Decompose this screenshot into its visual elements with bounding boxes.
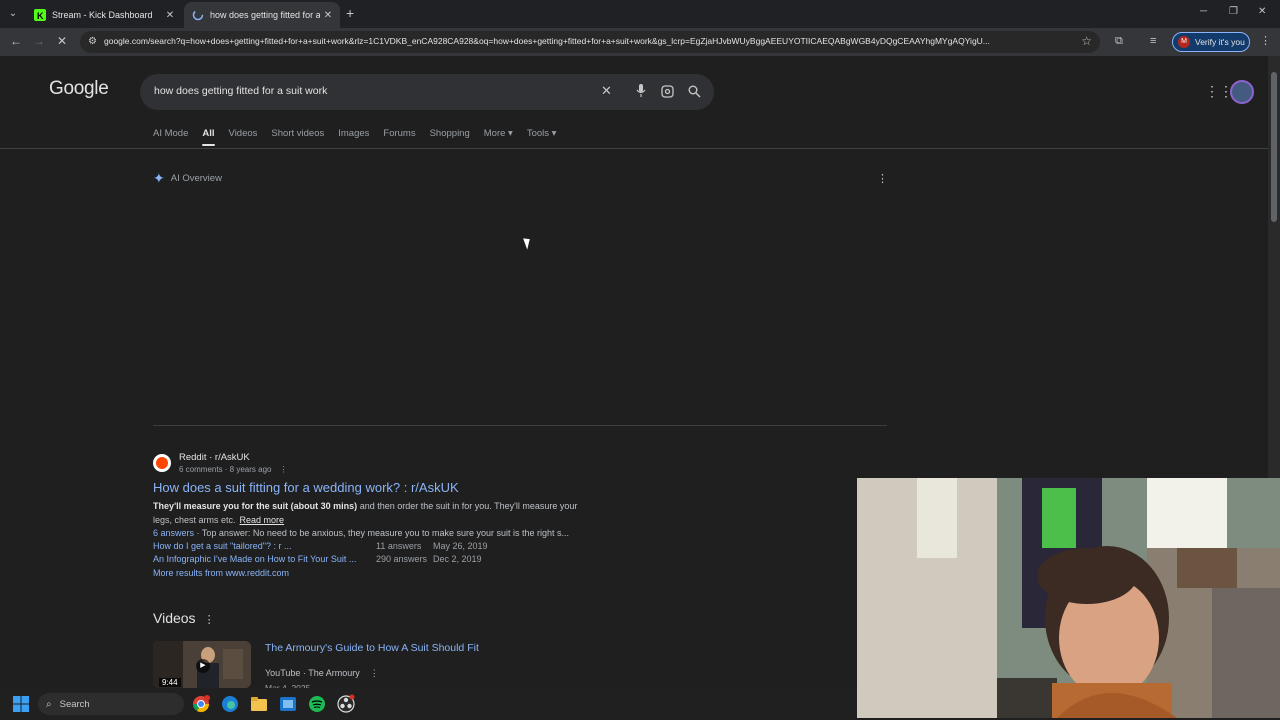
svg-text:K: K [37,11,44,21]
video-title-link[interactable]: The Armoury's Guide to How A Suit Should… [265,642,479,654]
close-tab-icon[interactable]: ✕ [162,10,178,21]
answers-line: 6 answers · Top answer: No need to be an… [153,528,585,538]
verify-profile-button[interactable]: M Verify it's you [1172,32,1250,52]
outlook-app-icon[interactable] [278,694,298,714]
taskbar-search[interactable]: ⌕ Search [38,693,184,715]
google-logo[interactable]: Google [49,78,109,100]
tab-kick-dashboard[interactable]: K Stream - Kick Dashboard ✕ [26,2,182,28]
tab-title: how does getting fitted for a suit work … [210,10,320,20]
windows-start-icon[interactable] [13,696,29,712]
reddit-logo-icon [153,454,171,472]
ai-overview-label: AI Overview [170,173,222,184]
related-thread-link[interactable]: How do I get a suit "tailored"? : r ... [153,541,376,551]
loading-spinner-icon [192,9,204,21]
result-menu-icon[interactable]: ⋮ [279,465,287,474]
search-input[interactable]: how does getting fitted for a suit work [154,85,327,97]
ai-overview-divider [153,425,887,426]
tab-google-search[interactable]: how does getting fitted for a suit work … [184,2,340,28]
media-controls-icon[interactable]: ≡ [1150,35,1156,47]
ai-sparkle-icon: ✦ [153,170,165,186]
ai-overview-header: ✦ AI Overview [153,170,222,187]
stop-loading-icon[interactable]: ✕ [57,34,67,48]
minimize-icon[interactable]: ─ [1200,6,1207,17]
videos-menu-icon[interactable]: ⋮ [204,614,215,626]
microphone-icon[interactable] [636,84,646,98]
related-thread: An Infographic I've Made on How to Fit Y… [153,554,873,564]
snippet-bold: They'll measure you for the suit (about … [153,501,358,511]
obs-app-icon[interactable] [336,694,356,714]
read-more-link[interactable]: Read more [240,515,285,525]
webcam-overlay [857,478,1280,718]
taskbar-search-placeholder: Search [59,698,90,710]
windows-taskbar: ⌕ Search [0,688,857,720]
result-title-link[interactable]: How does a suit fitting for a wedding wo… [153,480,873,495]
answers-count-link[interactable]: 6 answers [153,528,194,538]
spotify-app-icon[interactable] [307,694,327,714]
dropdown-caret-icon: ▾ [551,128,557,139]
related-thread-count: 290 answers [376,554,428,564]
video-source: YouTube · The Armoury ⋮ [265,668,379,679]
forward-arrow-icon[interactable]: → [33,34,45,48]
videos-heading: Videos [153,610,196,626]
ai-overview-menu-icon[interactable]: ⋮ [877,172,888,185]
search-result: Reddit · r/AskUK 6 comments · 8 years ag… [153,452,873,578]
related-thread-date: Dec 2, 2019 [433,554,482,564]
result-snippet: They'll measure you for the suit (about … [153,499,583,527]
edge-app-icon[interactable] [220,694,240,714]
chrome-app-icon[interactable] [191,694,211,714]
related-thread-date: May 26, 2019 [433,541,488,551]
search-icon: ⌕ [46,698,52,710]
play-icon: ▶ [196,659,210,673]
close-tab-icon[interactable]: ✕ [320,10,336,21]
tab-title: Stream - Kick Dashboard [52,10,153,20]
profile-avatar-icon: M [1178,36,1190,48]
video-duration: 9:44 [159,678,181,687]
new-tab-plus-icon[interactable]: + [346,5,354,21]
video-thumbnail[interactable]: ▶ 9:44 [153,641,251,688]
tab-search-chevron-icon[interactable]: ⌄ [4,5,22,23]
omnibox[interactable]: ⚙ google.com/search?q=how+does+getting+f… [80,31,1100,53]
more-label: More [483,128,506,139]
window-close-icon[interactable]: ✕ [1258,6,1266,17]
verify-label: Verify it's you [1195,37,1245,47]
restore-icon[interactable]: ❐ [1229,6,1238,17]
result-meta: 6 comments · 8 years ago [179,465,272,474]
videos-section-heading: Videos ⋮ [153,610,215,626]
search-icon[interactable] [688,85,701,98]
file-explorer-icon[interactable] [249,694,269,714]
kick-favicon-icon: K [34,9,46,21]
browser-menu-icon[interactable]: ⋮ [1260,34,1271,47]
browser-tab-strip: ⌄ K Stream - Kick Dashboard ✕ how does g… [0,0,1280,28]
site-info-icon[interactable]: ⚙ [88,36,97,47]
extensions-icon[interactable]: ⧉ [1115,35,1123,48]
webcam-image [857,478,1280,718]
result-source[interactable]: Reddit · r/AskUK 6 comments · 8 years ag… [153,452,873,474]
back-arrow-icon[interactable]: ← [10,34,22,48]
more-results-link[interactable]: More results from www.reddit.com [153,568,873,578]
video-menu-icon[interactable]: ⋮ [370,668,379,678]
clear-icon[interactable]: ✕ [601,83,612,99]
account-avatar[interactable] [1230,80,1254,104]
header-divider [0,148,1268,149]
search-box[interactable]: how does getting fitted for a suit work … [140,74,714,110]
related-thread-count: 11 answers [376,541,422,551]
related-thread: How do I get a suit "tailored"? : r ... … [153,541,873,551]
result-site-name: Reddit · r/AskUK [179,452,250,463]
tools-label: Tools [526,128,550,139]
bookmark-star-icon[interactable]: ☆ [1081,34,1092,48]
google-lens-icon[interactable] [661,85,674,98]
dropdown-caret-icon: ▾ [508,128,513,139]
video-source-text: YouTube · The Armoury [265,668,360,678]
address-toolbar: ← → ✕ ⚙ google.com/search?q=how+does+get… [0,28,1280,56]
scrollbar-thumb[interactable] [1271,72,1277,222]
related-thread-link[interactable]: An Infographic I've Made on How to Fit Y… [153,554,376,564]
url-text[interactable]: google.com/search?q=how+does+getting+fit… [104,36,1064,46]
top-answer-text: · Top answer: No need to be anxious, the… [194,528,570,538]
mouse-cursor-icon [523,236,533,250]
